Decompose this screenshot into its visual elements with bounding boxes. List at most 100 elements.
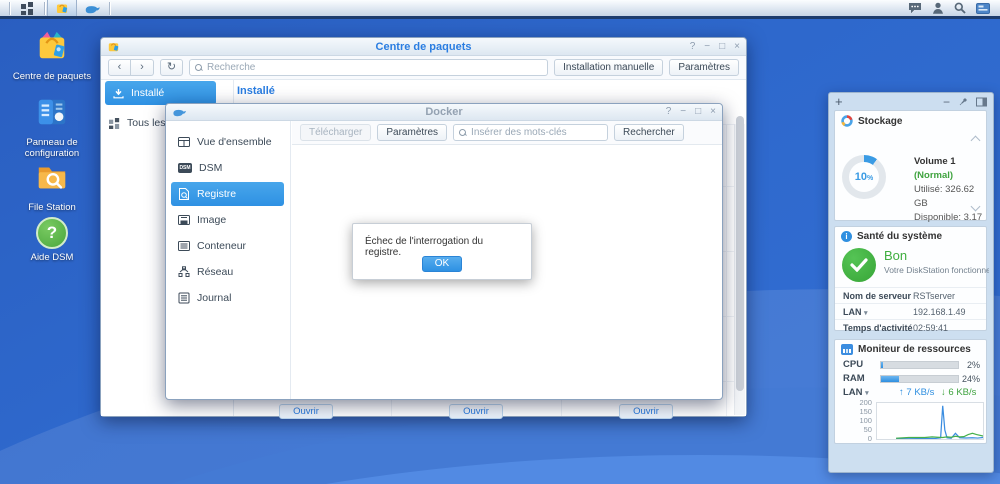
package-center-toolbar: ‹ › ↻ Installation manuelle Paramètres bbox=[101, 56, 746, 80]
widget-pane-toggle-icon[interactable] bbox=[976, 2, 990, 14]
registry-error-dialog: Échec de l'interrogation du registre. OK bbox=[352, 223, 532, 280]
add-widget-button[interactable]: + bbox=[835, 94, 843, 109]
chevron-up-icon[interactable] bbox=[970, 135, 981, 146]
ok-button[interactable]: OK bbox=[422, 256, 462, 272]
download-button[interactable]: Télécharger bbox=[300, 124, 372, 141]
sidebar-item-log[interactable]: Journal bbox=[171, 286, 284, 310]
desktop: Centre de paquets Panneau de configurati… bbox=[0, 0, 1000, 484]
close-button[interactable]: × bbox=[710, 103, 716, 121]
cpu-row: CPU 2% bbox=[843, 359, 980, 370]
widget-title: Stockage bbox=[858, 115, 903, 127]
table-row: LAN ▾ 192.168.1.49 bbox=[835, 303, 986, 319]
docker-toolbar: Télécharger Paramètres Rechercher bbox=[292, 121, 722, 145]
main-menu-icon bbox=[20, 1, 33, 15]
sidebar-item-label: Registre bbox=[197, 188, 237, 200]
up-arrow-icon: ↑ bbox=[899, 387, 904, 398]
collapse-panel-button[interactable]: − bbox=[943, 95, 950, 109]
log-icon bbox=[178, 292, 190, 304]
container-icon bbox=[178, 241, 190, 251]
desktop-icon-file-station[interactable]: File Station bbox=[10, 160, 94, 213]
close-button[interactable]: × bbox=[734, 38, 740, 56]
registry-search-input[interactable] bbox=[471, 127, 604, 138]
taskbar-docker-button[interactable] bbox=[77, 0, 107, 16]
open-button[interactable]: Ouvrir bbox=[619, 404, 673, 419]
desktop-icon-label: Aide DSM bbox=[30, 252, 74, 263]
desktop-icon-label: Centre de paquets bbox=[12, 71, 92, 82]
sidebar-item-label: Installé bbox=[131, 87, 165, 99]
dsm-icon: DSM bbox=[178, 163, 192, 173]
package-center-icon bbox=[39, 31, 65, 59]
search-button[interactable]: Rechercher bbox=[614, 124, 684, 141]
chevron-down-icon[interactable]: ▾ bbox=[864, 310, 868, 317]
dock-panel-icon[interactable] bbox=[976, 97, 987, 107]
package-center-window-icon bbox=[108, 43, 119, 52]
desktop-icon-label: File Station bbox=[28, 202, 76, 213]
lan-row: LAN ▾ ↑ 7 KB/s ↓ 6 KB/s bbox=[843, 387, 977, 398]
maximize-button[interactable]: □ bbox=[719, 38, 725, 56]
help-button[interactable]: ? bbox=[666, 103, 672, 121]
package-search-box[interactable] bbox=[189, 59, 549, 76]
scrollbar-thumb[interactable] bbox=[736, 116, 744, 391]
volume-name: Volume 1 bbox=[914, 156, 956, 167]
main-menu-button[interactable] bbox=[12, 0, 42, 16]
open-button[interactable]: Ouvrir bbox=[449, 404, 503, 419]
sidebar-item-label: Réseau bbox=[197, 266, 234, 278]
sidebar-item-container[interactable]: Conteneur bbox=[171, 234, 284, 258]
image-icon bbox=[178, 215, 190, 225]
sidebar-item-registry[interactable]: Registre bbox=[171, 182, 284, 206]
cpu-bar-fill bbox=[881, 361, 883, 368]
sidebar-item-image[interactable]: Image bbox=[171, 208, 284, 232]
package-search-input[interactable] bbox=[207, 62, 543, 73]
sidebar-item-network[interactable]: Réseau bbox=[171, 260, 284, 284]
dialog-message: Échec de l'interrogation du registre. bbox=[365, 236, 484, 258]
help-button[interactable]: ? bbox=[690, 38, 696, 56]
registry-search-box[interactable] bbox=[453, 124, 609, 141]
taskbar-package-center-button[interactable] bbox=[47, 0, 77, 16]
lan-upload: ↑ 7 KB/s bbox=[899, 387, 935, 398]
refresh-button[interactable]: ↻ bbox=[160, 59, 183, 76]
sidebar-item-installed[interactable]: Installé bbox=[105, 81, 216, 105]
chevron-down-icon[interactable]: ▾ bbox=[865, 390, 869, 397]
widget-title: Santé du système bbox=[857, 231, 943, 242]
search-icon bbox=[195, 63, 203, 72]
manual-install-button[interactable]: Installation manuelle bbox=[554, 59, 664, 76]
chart-y-axis: 200 150 100 50 0 bbox=[859, 398, 872, 443]
docker-whale-icon bbox=[85, 5, 100, 13]
sidebar-item-overview[interactable]: Vue d'ensemble bbox=[171, 130, 284, 154]
minimize-button[interactable]: − bbox=[704, 38, 710, 56]
table-row: Temps d'activité 02:59:41 bbox=[835, 319, 986, 335]
back-button[interactable]: ‹ bbox=[108, 59, 131, 76]
widget-panel-header: + − bbox=[829, 93, 993, 110]
chart-plot-area bbox=[875, 402, 984, 440]
notifications-icon[interactable] bbox=[908, 2, 922, 14]
maximize-button[interactable]: □ bbox=[695, 103, 701, 121]
desktop-icon-control-panel[interactable]: Panneau de configuration bbox=[10, 95, 94, 159]
window-title: Centre de paquets bbox=[375, 40, 472, 53]
open-button[interactable]: Ouvrir bbox=[279, 404, 333, 419]
desktop-icon-dsm-help[interactable]: ? Aide DSM bbox=[10, 216, 94, 263]
docker-titlebar[interactable]: Docker ? − □ × bbox=[166, 104, 722, 121]
file-station-icon bbox=[38, 167, 66, 189]
cpu-bar bbox=[880, 360, 959, 369]
forward-button[interactable]: › bbox=[131, 59, 154, 76]
desktop-icon-label: Panneau de configuration bbox=[24, 137, 80, 159]
health-status: Bon bbox=[884, 248, 908, 263]
search-icon[interactable] bbox=[954, 2, 966, 14]
docker-settings-button[interactable]: Paramètres bbox=[377, 124, 448, 141]
lan-download: ↓ 6 KB/s bbox=[941, 387, 977, 398]
cpu-value: 2% bbox=[966, 359, 980, 370]
health-status-icon bbox=[842, 248, 876, 282]
package-center-titlebar[interactable]: Centre de paquets ? − □ × bbox=[101, 38, 746, 56]
pin-icon[interactable] bbox=[958, 97, 968, 107]
package-settings-button[interactable]: Paramètres bbox=[669, 59, 739, 76]
minimize-button[interactable]: − bbox=[680, 103, 686, 121]
vertical-scrollbar[interactable] bbox=[734, 116, 745, 415]
lan-chart-svg bbox=[896, 405, 983, 439]
system-health-widget: i Santé du système Bon Votre DiskStation… bbox=[834, 226, 989, 333]
grid-icon bbox=[109, 117, 120, 129]
sidebar-item-dsm[interactable]: DSM DSM bbox=[171, 156, 284, 180]
user-icon[interactable] bbox=[932, 2, 944, 14]
info-icon: i bbox=[841, 231, 852, 242]
sidebar-item-label: Journal bbox=[197, 292, 232, 304]
desktop-icon-package-center[interactable]: Centre de paquets bbox=[10, 29, 94, 82]
